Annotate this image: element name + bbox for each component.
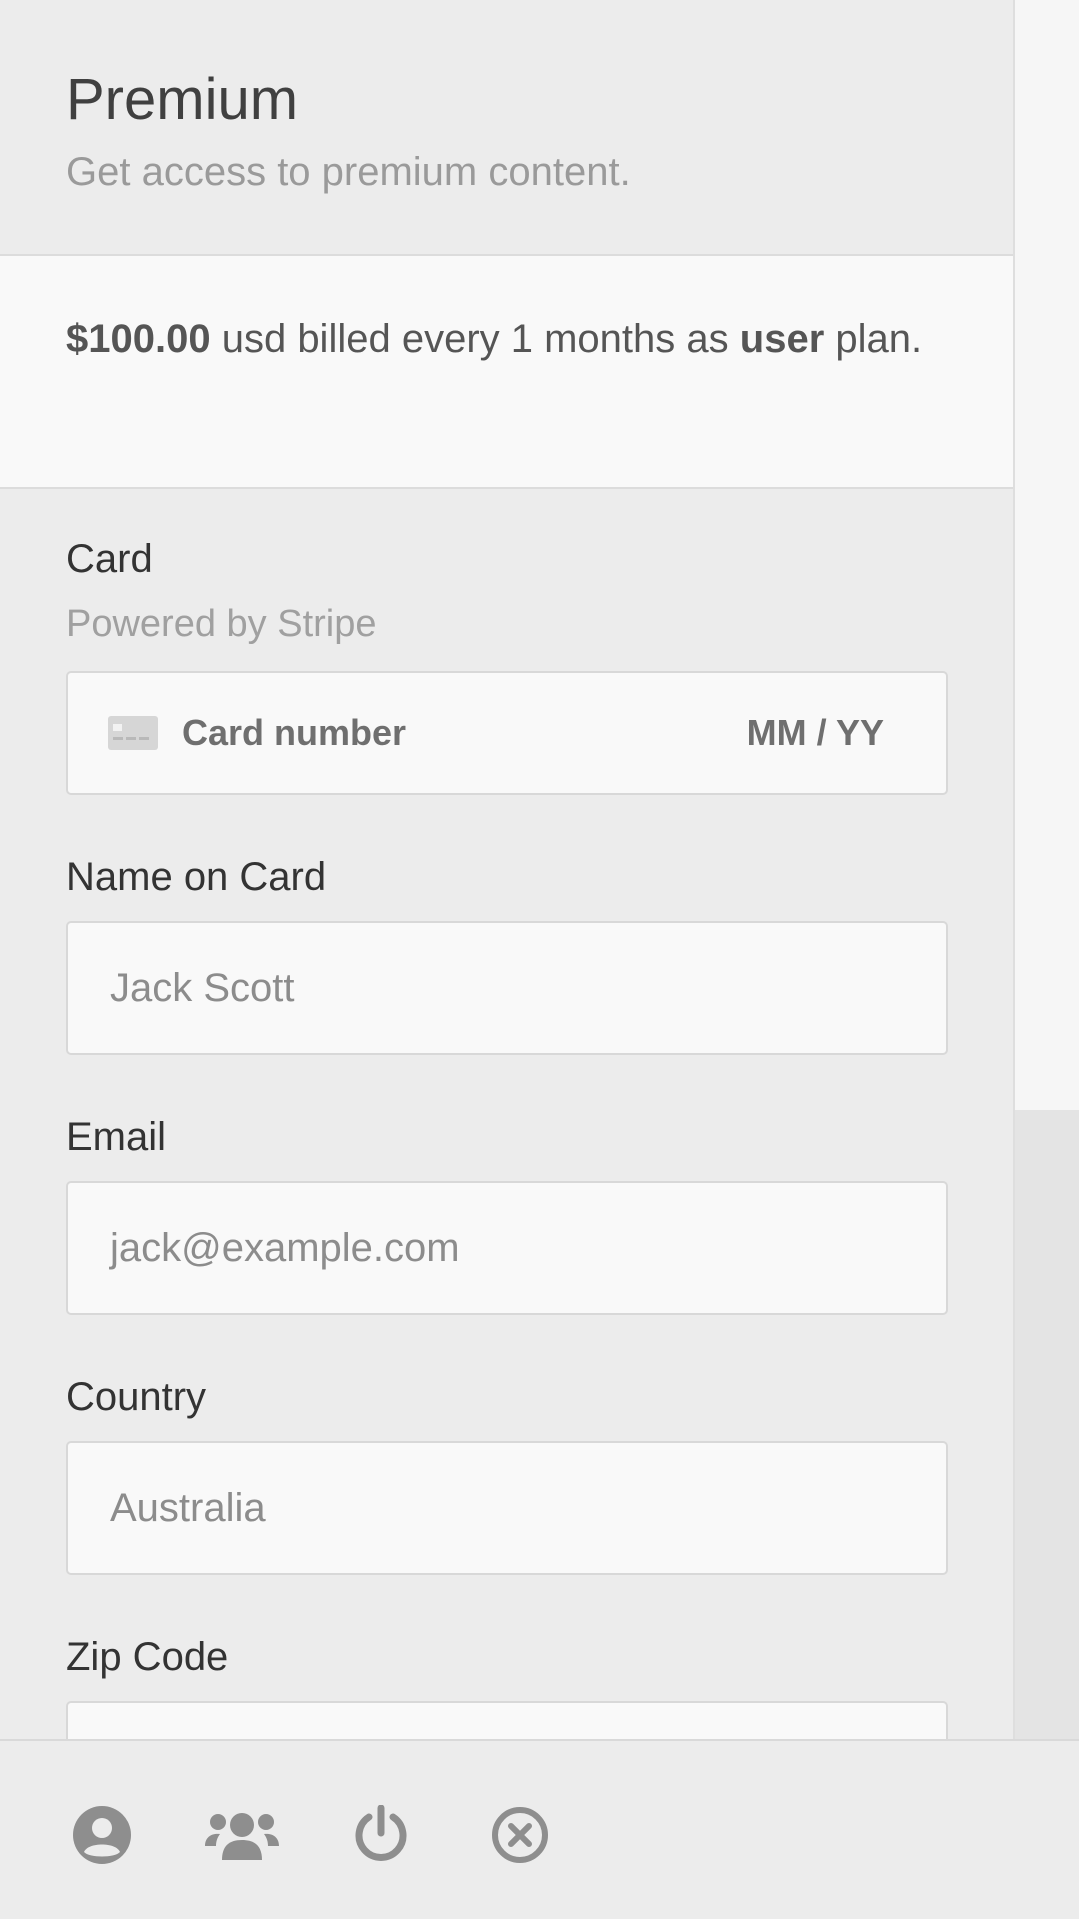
team-button[interactable] (205, 1799, 279, 1871)
card-hint: Powered by Stripe (66, 603, 377, 645)
email-field[interactable]: jack@example.com (66, 1181, 948, 1315)
zip-label: Zip Code (66, 1635, 229, 1679)
plan-price: $100.00 (66, 317, 211, 361)
user-circle-icon (73, 1806, 131, 1864)
credit-card-icon (108, 716, 158, 750)
zip-code-field[interactable] (66, 1701, 948, 1739)
email-label: Email (66, 1115, 167, 1159)
plan-billing-text: usd billed every 1 months as (210, 317, 740, 361)
users-group-icon (205, 1813, 279, 1860)
page-subtitle: Get access to premium content. (66, 150, 631, 194)
email-placeholder: jack@example.com (110, 1225, 460, 1270)
card-number-field[interactable]: Card number MM / YY (66, 671, 948, 795)
payment-form: Card Powered by Stripe Card number MM / … (0, 535, 1013, 1739)
plan-name: user (739, 317, 825, 361)
bottom-nav-bar (0, 1739, 1079, 1919)
logout-button[interactable] (345, 1799, 417, 1871)
country-label: Country (66, 1375, 207, 1419)
name-label: Name on Card (66, 855, 327, 899)
plan-summary: $100.00 usd billed every 1 months as use… (0, 256, 1013, 489)
card-number-placeholder: Card number (182, 712, 407, 753)
panel-header: Premium Get access to premium content. (0, 0, 1013, 256)
name-on-card-field[interactable]: Jack Scott (66, 921, 948, 1055)
country-placeholder: Australia (110, 1485, 266, 1530)
plan-suffix-text: plan. (824, 317, 923, 361)
card-expiry-placeholder[interactable]: MM / YY (747, 712, 884, 754)
card-label: Card (66, 537, 153, 581)
name-on-card-placeholder: Jack Scott (110, 965, 295, 1010)
background-panel-right (1015, 0, 1079, 1110)
close-button[interactable] (484, 1799, 556, 1871)
subscription-panel: Premium Get access to premium content. $… (0, 0, 1015, 1739)
power-icon (355, 1805, 407, 1861)
close-circle-icon (492, 1807, 548, 1863)
country-field[interactable]: Australia (66, 1441, 948, 1575)
page-title: Premium (66, 67, 299, 132)
profile-button[interactable] (66, 1799, 138, 1871)
